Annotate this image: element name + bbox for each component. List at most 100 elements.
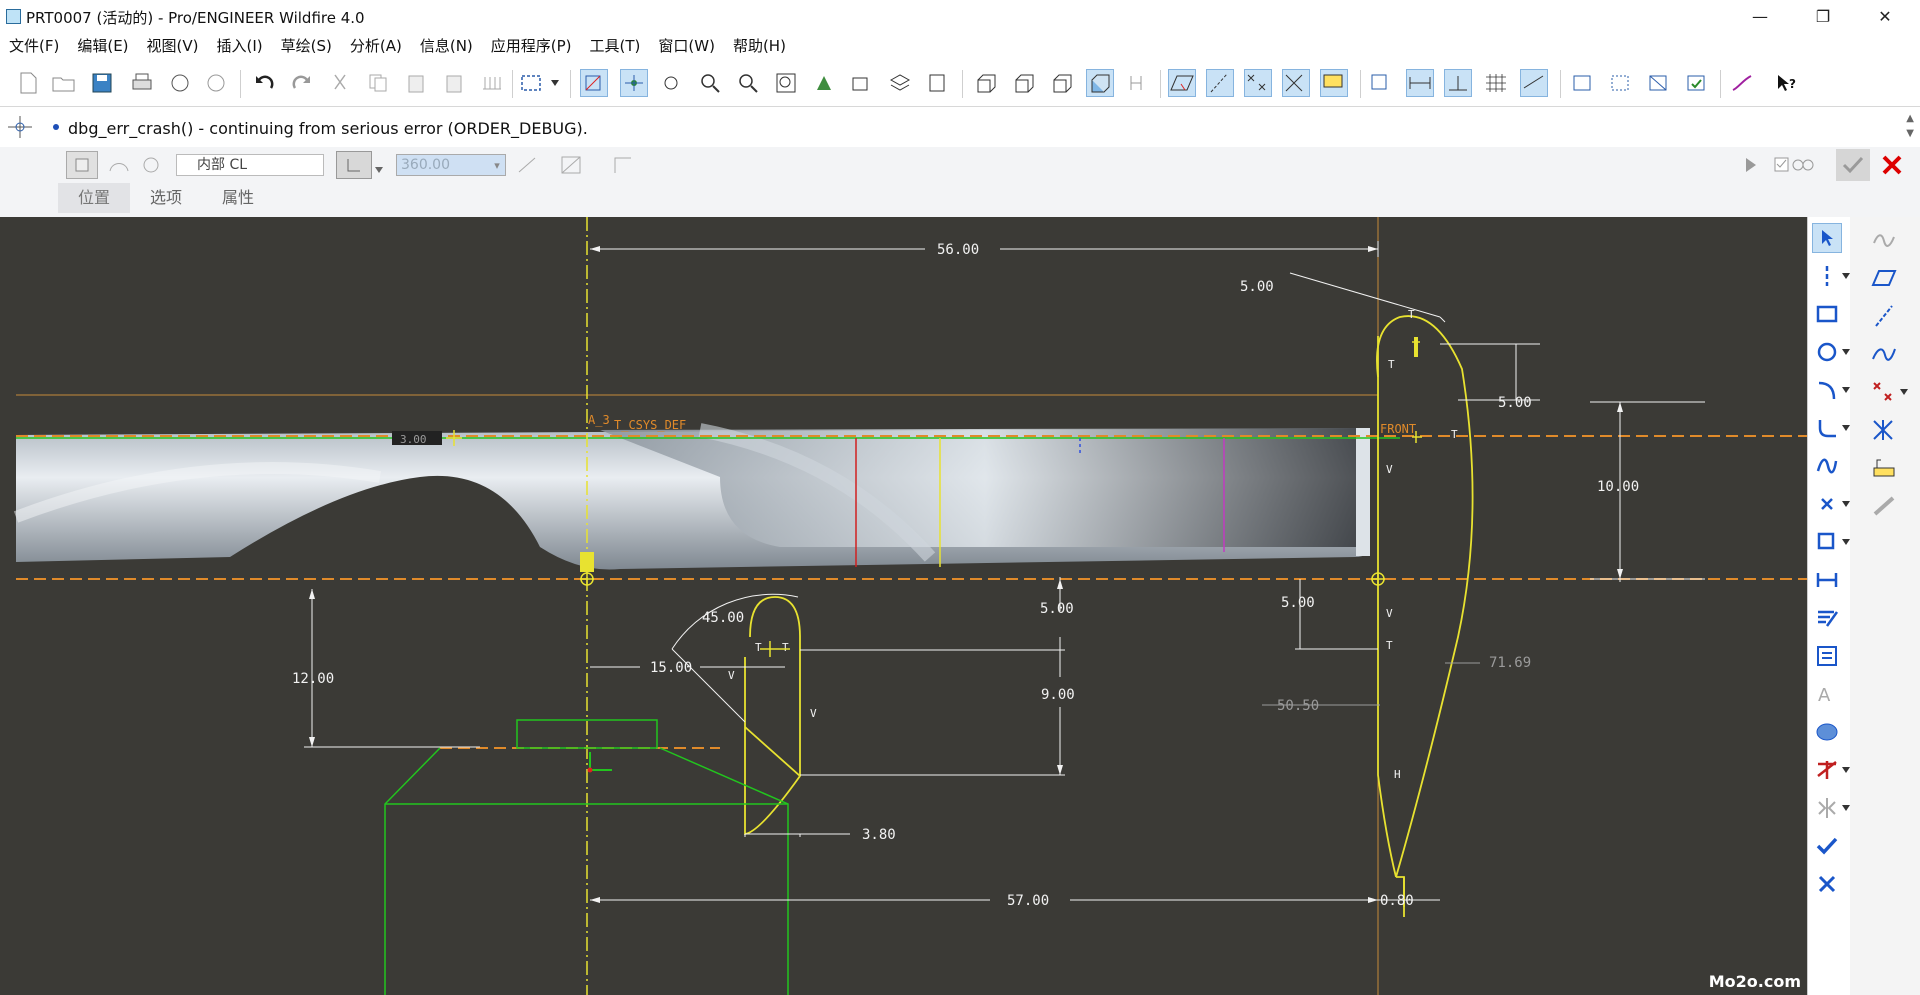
- cancel-x-icon[interactable]: [1880, 153, 1904, 181]
- analysis-tool-icon[interactable]: [1869, 453, 1899, 483]
- datum-point-dropdown-icon[interactable]: [1897, 377, 1911, 407]
- dim-5-mid-right[interactable]: 5.00: [1281, 595, 1315, 611]
- dim-50-50[interactable]: 50.50: [1277, 698, 1319, 714]
- fillet-icon[interactable]: [1812, 413, 1842, 443]
- message-scroll[interactable]: ▲ ▼: [1906, 111, 1914, 141]
- open-folder-icon[interactable]: [50, 69, 78, 97]
- zoom-in-icon[interactable]: [696, 69, 724, 97]
- arc-icon[interactable]: [1812, 375, 1842, 405]
- sketch-tool-3-icon[interactable]: [1644, 69, 1672, 97]
- show-constraints-icon[interactable]: [1444, 69, 1472, 97]
- no-hidden-icon[interactable]: [1048, 69, 1076, 97]
- view-manager-icon[interactable]: [924, 69, 952, 97]
- sketched-curve-icon[interactable]: [1869, 339, 1899, 369]
- thicken-icon[interactable]: [612, 155, 634, 179]
- dim-57[interactable]: 57.00: [1007, 893, 1049, 909]
- menu-sketch[interactable]: 草绘(S): [272, 34, 341, 58]
- modify-icon[interactable]: [1812, 603, 1842, 633]
- spline-icon[interactable]: [1812, 451, 1842, 481]
- centerline-dropdown-icon[interactable]: [1839, 261, 1853, 291]
- axis-reference-field[interactable]: 内部 CL: [176, 154, 324, 176]
- circle-icon[interactable]: [1812, 337, 1842, 367]
- zoom-out-icon[interactable]: [734, 69, 762, 97]
- undo-icon[interactable]: [250, 69, 278, 97]
- regenerate-icon[interactable]: [478, 69, 506, 97]
- text-icon[interactable]: A: [1812, 679, 1842, 709]
- dim-45-angle[interactable]: 45.00: [702, 610, 744, 626]
- cut-icon[interactable]: [326, 69, 354, 97]
- save-icon[interactable]: [88, 69, 116, 97]
- menu-view[interactable]: 视图(V): [138, 34, 208, 58]
- sketch-tool-4-icon[interactable]: [1682, 69, 1710, 97]
- angle-option-dropdown-icon[interactable]: [374, 159, 384, 178]
- centerline-icon[interactable]: [1812, 261, 1842, 291]
- datum-planes-icon[interactable]: [1168, 69, 1196, 97]
- menu-info[interactable]: 信息(N): [411, 34, 482, 58]
- minimize-button[interactable]: —: [1737, 0, 1783, 32]
- mirror-dropdown-icon[interactable]: [1839, 793, 1853, 823]
- dim-0-80[interactable]: 0.80: [1380, 893, 1414, 909]
- flip-direction-icon[interactable]: [516, 155, 538, 179]
- mail-attach-icon[interactable]: [202, 69, 230, 97]
- wireframe-icon[interactable]: [972, 69, 1000, 97]
- print-icon[interactable]: [128, 69, 156, 97]
- mirror-icon[interactable]: [1812, 793, 1842, 823]
- sketch-tool-1-icon[interactable]: [1568, 69, 1596, 97]
- rectangle-icon[interactable]: [1812, 299, 1842, 329]
- palette-icon[interactable]: [1812, 717, 1842, 747]
- paste-special-icon[interactable]: [440, 69, 468, 97]
- trim-dropdown-icon[interactable]: [1839, 755, 1853, 785]
- use-edge-icon[interactable]: [1812, 527, 1842, 557]
- constraint-icon[interactable]: [620, 69, 648, 97]
- close-button[interactable]: ✕: [1862, 0, 1908, 32]
- angle-dropdown-icon[interactable]: ▾: [488, 155, 506, 175]
- redo-icon[interactable]: [288, 69, 316, 97]
- menu-applications[interactable]: 应用程序(P): [482, 34, 581, 58]
- dim-15[interactable]: 15.00: [650, 660, 692, 676]
- hidden-line-icon[interactable]: [1010, 69, 1038, 97]
- dim-5-right[interactable]: 5.00: [1498, 395, 1532, 411]
- point-icon[interactable]: [1812, 489, 1842, 519]
- dim-5-mid[interactable]: 5.00: [1040, 601, 1074, 617]
- saved-views-icon[interactable]: [848, 69, 876, 97]
- new-file-icon[interactable]: [14, 69, 42, 97]
- menu-file[interactable]: 文件(F): [0, 34, 68, 58]
- refit-icon[interactable]: [772, 69, 800, 97]
- menu-tools[interactable]: 工具(T): [581, 34, 650, 58]
- remove-material-icon[interactable]: [560, 155, 582, 179]
- sketch-setup-icon[interactable]: [1368, 69, 1396, 97]
- sketcher-diagnostic-icon[interactable]: [1728, 69, 1756, 97]
- model-display-icon[interactable]: [1124, 69, 1152, 97]
- circle-dropdown-icon[interactable]: [1839, 337, 1853, 367]
- pause-icon[interactable]: [1744, 157, 1758, 177]
- copy-icon[interactable]: [364, 69, 392, 97]
- sketch-canvas[interactable]: 56.00 5.00 5.00 10.00 45.00 15.00 5.00 5…: [0, 217, 1807, 995]
- preview-checkbox-icon[interactable]: [1774, 155, 1814, 179]
- datum-points-icon[interactable]: [1244, 69, 1272, 97]
- dim-left-small[interactable]: 3.00: [400, 433, 427, 446]
- point-dropdown-icon[interactable]: [1839, 489, 1853, 519]
- revolve-icon[interactable]: [140, 155, 162, 179]
- dim-9[interactable]: 9.00: [1041, 687, 1075, 703]
- annotation-icon[interactable]: [1320, 69, 1348, 97]
- dim-3-8[interactable]: 3.80: [862, 827, 896, 843]
- menu-window[interactable]: 窗口(W): [649, 34, 724, 58]
- chain-tool-icon[interactable]: [1869, 491, 1899, 521]
- menu-analysis[interactable]: 分析(A): [341, 34, 411, 58]
- csys-icon[interactable]: [1282, 69, 1310, 97]
- dim-56[interactable]: 56.00: [937, 242, 979, 258]
- select-dropdown-icon[interactable]: [548, 69, 562, 97]
- menu-help[interactable]: 帮助(H): [724, 34, 795, 58]
- restore-button[interactable]: ❐: [1800, 0, 1846, 32]
- apply-check-icon[interactable]: [1836, 149, 1870, 181]
- datum-plane-tool-icon[interactable]: [1869, 263, 1899, 293]
- constrain-icon[interactable]: [1812, 641, 1842, 671]
- done-check-icon[interactable]: [1812, 831, 1842, 861]
- csys-tool-icon[interactable]: [1869, 415, 1899, 445]
- tab-properties[interactable]: 属性: [202, 183, 274, 213]
- shading-icon[interactable]: [1086, 69, 1114, 97]
- fillet-dropdown-icon[interactable]: [1839, 413, 1853, 443]
- show-grid-icon[interactable]: [1482, 69, 1510, 97]
- angle-option-icon[interactable]: [336, 151, 372, 179]
- select-box-icon[interactable]: [518, 69, 546, 97]
